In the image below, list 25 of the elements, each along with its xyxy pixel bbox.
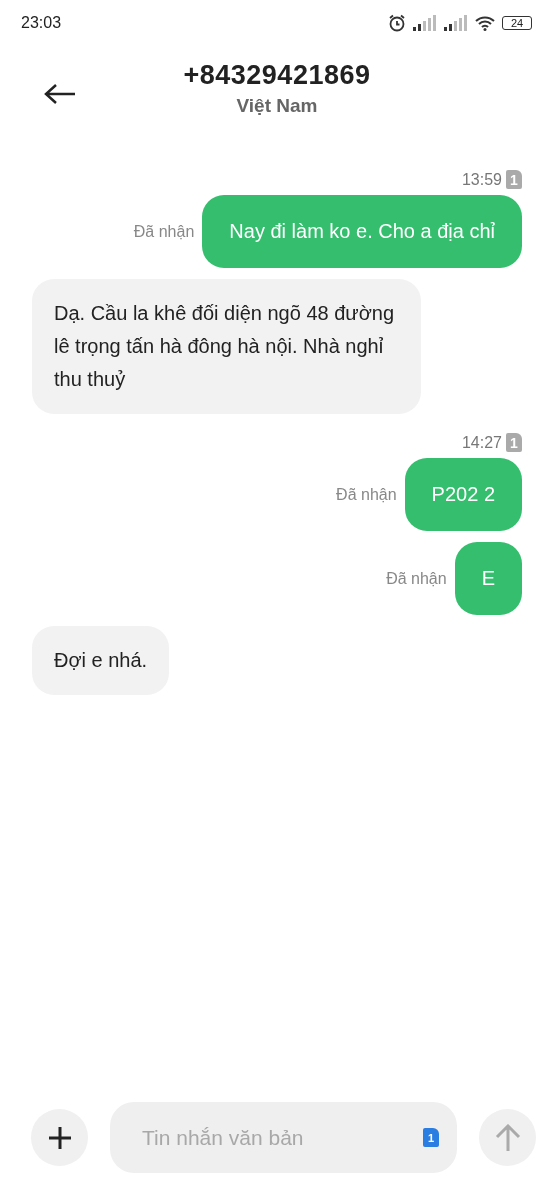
up-arrow-icon — [494, 1123, 521, 1152]
sim-badge: 1 — [506, 170, 522, 189]
contact-number: +84329421869 — [183, 60, 371, 91]
received-message: Đợi e nhá. — [32, 626, 170, 695]
delivery-status: Đã nhận — [133, 222, 195, 241]
sent-message: E — [454, 542, 522, 615]
signal-icon — [413, 15, 437, 31]
plus-icon — [47, 1125, 72, 1150]
signal-icon — [444, 15, 468, 31]
wifi-icon — [475, 15, 495, 31]
delivery-status: Đã nhận — [336, 485, 397, 504]
received-message: Dạ. Cầu la khê đối diện ngõ 48 đường lê trọng tấn hà đông hà nội. Nhà nghỉ thu thuỷ — [32, 279, 421, 414]
battery-indicator: 24 — [502, 16, 532, 30]
clock: 23:03 — [21, 14, 62, 32]
sent-message: Nay đi làm ko e. Cho a địa chỉ — [202, 195, 522, 268]
alarm-icon — [388, 14, 406, 32]
message-time: 13:59 — [461, 170, 502, 189]
delivery-status: Đã nhận — [386, 569, 447, 588]
back-arrow-icon — [44, 83, 76, 105]
contact-country: Việt Nam — [236, 95, 318, 117]
sim-badge: 1 — [506, 433, 522, 452]
sent-message: P202 2 — [404, 458, 522, 531]
message-time: 14:27 — [461, 433, 502, 452]
sim-badge[interactable]: 1 — [423, 1128, 439, 1147]
message-input[interactable]: Tin nhắn văn bản 1 — [110, 1102, 457, 1173]
